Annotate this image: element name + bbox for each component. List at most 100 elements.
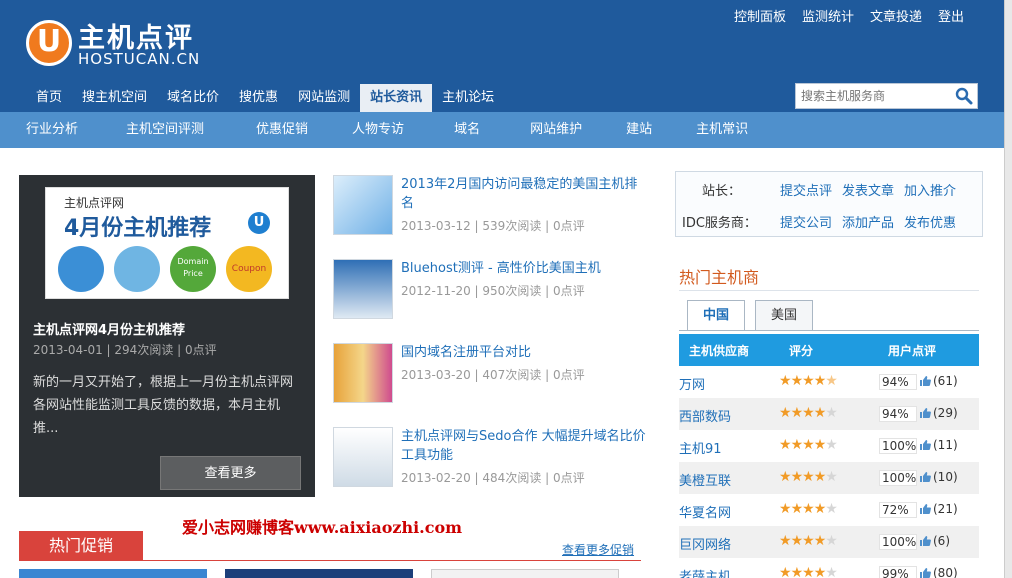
star-icon: ★: [779, 533, 792, 549]
table-row[interactable]: 主机91 ★★★★★ 100% (11): [679, 430, 979, 462]
monitor-stats-link[interactable]: 监测统计: [802, 6, 854, 25]
article-item: 主机点评网与Sedo合作 大幅提升域名比价工具功能 2013-02-20 | 4…: [333, 427, 646, 487]
see-more-promos-link[interactable]: 查看更多促销: [562, 541, 634, 558]
star-icon: ★: [813, 373, 827, 389]
nav-forum[interactable]: 主机论坛: [432, 84, 504, 112]
subnav-domains[interactable]: 域名: [426, 112, 508, 148]
table-row[interactable]: 万网 ★★★★★ 94% (61): [679, 366, 979, 398]
tab-china[interactable]: 中国: [687, 300, 745, 331]
submit-company-link[interactable]: 提交公司: [780, 212, 832, 231]
star-icon: ★: [802, 501, 815, 517]
page-scrollbar[interactable]: [1004, 0, 1012, 578]
logout-link[interactable]: 登出: [938, 6, 964, 25]
host-table-header: 主机供应商 评分 用户点评: [679, 334, 979, 366]
banner-icons: Domain Price Coupon: [58, 246, 272, 292]
article-thumbnail[interactable]: [333, 343, 393, 403]
logo-domain[interactable]: HOSTUCAN.CN: [78, 50, 200, 68]
rating-stars: ★★★★★: [779, 501, 838, 517]
star-icon: ★: [779, 565, 792, 578]
star-icon: ★: [779, 501, 792, 517]
control-panel-link[interactable]: 控制面板: [734, 6, 786, 25]
featured-banner[interactable]: 主机点评网 4月份主机推荐 U Domain Price Coupon: [45, 187, 289, 299]
article-title[interactable]: 2013年2月国内访问最稳定的美国主机排名: [401, 175, 646, 213]
host-name[interactable]: 西部数码: [679, 406, 731, 425]
table-row[interactable]: 华夏名网 ★★★★★ 72% (21): [679, 494, 979, 526]
star-icon: ★: [813, 469, 827, 485]
submit-article-link[interactable]: 文章投递: [870, 6, 922, 25]
search-icon[interactable]: [955, 87, 973, 105]
article-title[interactable]: Bluehost测评 - 高性价比美国主机: [401, 259, 646, 278]
add-product-link[interactable]: 添加产品: [842, 212, 894, 231]
article-thumbnail[interactable]: [333, 427, 393, 487]
star-icon: ★: [790, 565, 804, 578]
host-name[interactable]: 华夏名网: [679, 502, 731, 521]
table-row[interactable]: 美橙互联 ★★★★★ 100% (10): [679, 462, 979, 494]
subnav-promotions[interactable]: 优惠促销: [234, 112, 330, 148]
submit-review-link[interactable]: 提交点评: [780, 180, 832, 199]
subnav-site-building[interactable]: 建站: [604, 112, 674, 148]
star-icon: ★: [779, 469, 792, 485]
nav-deals[interactable]: 搜优惠: [229, 84, 288, 112]
thumbs-up-icon: [920, 568, 931, 578]
rating-stars: ★★★★★: [779, 373, 838, 389]
post-deal-link[interactable]: 发布优惠: [904, 212, 956, 231]
host-name[interactable]: 主机91: [679, 438, 722, 457]
rating-stars: ★★★★★: [779, 469, 838, 485]
article-meta: 2013-03-12 | 539次阅读 | 0点评: [401, 219, 585, 233]
nav-domain-compare[interactable]: 域名比价: [157, 84, 229, 112]
table-row[interactable]: 老薛主机 ★★★★★ 99% (80): [679, 558, 979, 578]
host-review-count: (61): [933, 374, 958, 388]
featured-meta: 2013-04-01 | 294次阅读 | 0点评: [33, 343, 217, 357]
banner-badge-icon: U: [248, 212, 270, 234]
host-name[interactable]: 万网: [679, 374, 705, 393]
host-name[interactable]: 巨冈网络: [679, 534, 731, 553]
nav-site-monitor[interactable]: 网站监测: [288, 84, 360, 112]
logo-icon[interactable]: U: [26, 20, 72, 66]
post-article-link[interactable]: 发表文章: [842, 180, 894, 199]
host-review-count: (6): [933, 534, 950, 548]
nav-home[interactable]: 首页: [26, 84, 72, 112]
star-icon: ★: [825, 437, 838, 453]
thumbs-up-icon: [920, 504, 931, 514]
nav-search-hosting[interactable]: 搜主机空间: [72, 84, 157, 112]
col-reviews: 用户点评: [888, 344, 937, 358]
thumbs-up-icon: [920, 536, 931, 546]
member-actions-box: 站长： 提交点评 发表文章 加入推介 IDC服务商： 提交公司 添加产品 发布优…: [675, 171, 983, 237]
thumbs-up-icon: [920, 440, 931, 450]
host-name[interactable]: 老薛主机: [679, 566, 731, 578]
star-icon: ★: [825, 469, 838, 485]
subnav-hosting-basics[interactable]: 主机常识: [674, 112, 770, 148]
search-box: [795, 83, 978, 109]
promo-thumbnail[interactable]: [225, 569, 413, 578]
article-thumbnail[interactable]: [333, 175, 393, 235]
host-review-count: (21): [933, 502, 958, 516]
nav-webmaster-news[interactable]: 站长资讯: [360, 84, 433, 112]
subnav-industry-analysis[interactable]: 行业分析: [8, 112, 96, 148]
host-review-count: (10): [933, 470, 958, 484]
view-more-button[interactable]: 查看更多: [160, 456, 301, 490]
main-nav: 首页 搜主机空间 域名比价 搜优惠 网站监测 站长资讯 主机论坛: [26, 84, 504, 112]
table-row[interactable]: 巨冈网络 ★★★★★ 100% (6): [679, 526, 979, 558]
promo-thumbnail[interactable]: [19, 569, 207, 578]
subnav-hosting-reviews[interactable]: 主机空间评测: [96, 112, 234, 148]
star-icon: ★: [790, 533, 804, 549]
host-name[interactable]: 美橙互联: [679, 470, 731, 489]
join-recommend-link[interactable]: 加入推介: [904, 180, 956, 199]
host-score-pct: 100%: [879, 470, 917, 486]
tabs-baseline: [679, 330, 979, 331]
chart-circle-icon: [58, 246, 104, 292]
article-title[interactable]: 主机点评网与Sedo合作 大幅提升域名比价工具功能: [401, 427, 646, 465]
subnav-interviews[interactable]: 人物专访: [330, 112, 426, 148]
search-input[interactable]: [796, 84, 946, 108]
promo-thumbnail[interactable]: [431, 569, 619, 578]
subnav-site-maintenance[interactable]: 网站维护: [508, 112, 604, 148]
host-score-pct: 99%: [879, 566, 917, 578]
star-icon: ★: [802, 533, 815, 549]
banner-brand: 主机点评网: [64, 196, 125, 210]
table-row[interactable]: 西部数码 ★★★★★ 94% (29): [679, 398, 979, 430]
tab-usa[interactable]: 美国: [755, 300, 813, 331]
star-icon: ★: [802, 469, 815, 485]
article-title[interactable]: 国内域名注册平台对比: [401, 343, 646, 362]
featured-title[interactable]: 主机点评网4月份主机推荐: [33, 319, 185, 338]
article-thumbnail[interactable]: [333, 259, 393, 319]
